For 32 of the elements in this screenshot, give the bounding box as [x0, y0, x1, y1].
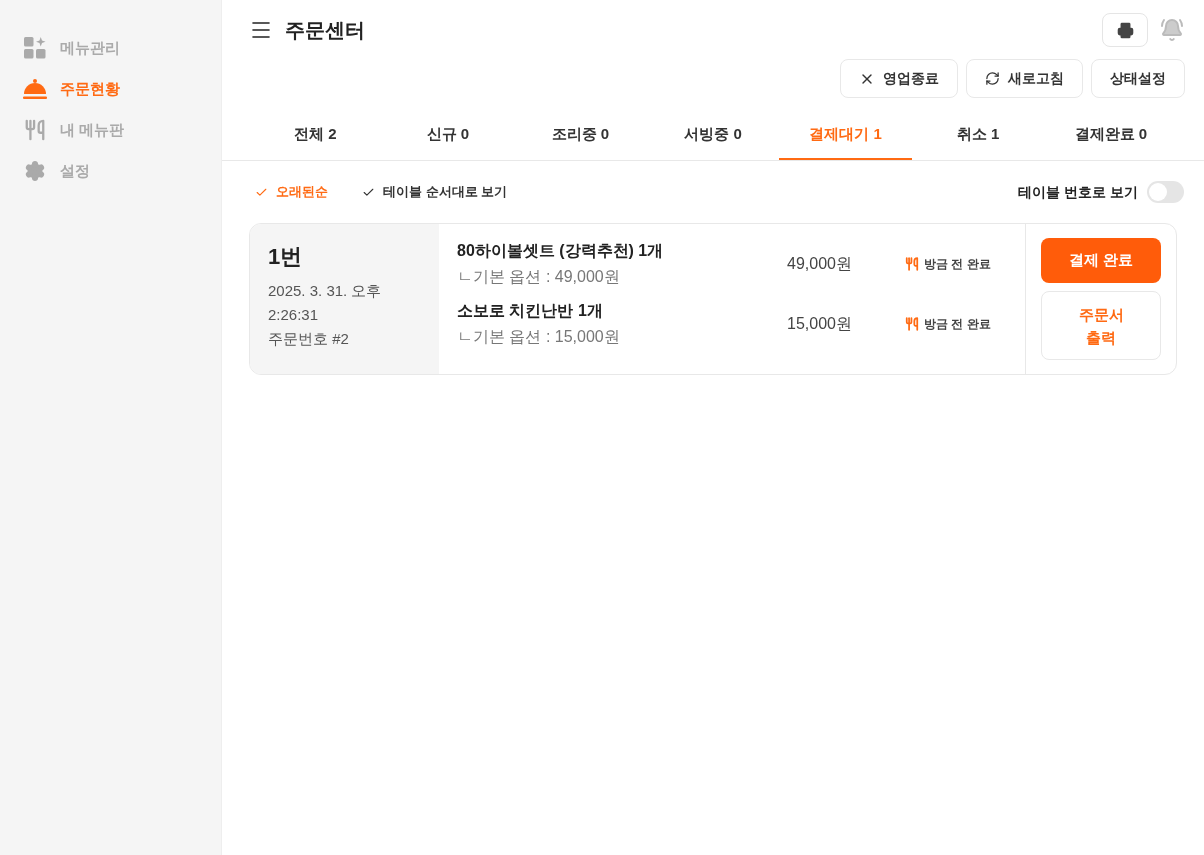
item-status: 방금 전 완료 — [924, 316, 991, 333]
table-number: 1번 — [268, 243, 304, 271]
toggle-label: 테이블 번호로 보기 — [1018, 182, 1138, 202]
gear-icon — [24, 160, 46, 182]
item-option: ㄴ기본 옵션 : 49,000원 — [457, 264, 787, 290]
item-price: 15,000원 — [787, 314, 853, 334]
status-tab[interactable]: 결제완료 0 — [1044, 110, 1178, 160]
order-number: 주문번호 #2 — [268, 329, 350, 349]
toggle-switch[interactable] — [1147, 181, 1184, 203]
item-name: 소보로 치킨난반 1개 — [457, 301, 604, 321]
item-name: 80하이볼셋트 (강력추천) 1개 — [457, 241, 665, 261]
print-button[interactable] — [1102, 13, 1148, 47]
order-time: 2025. 3. 31. 오후 2:26:31 — [268, 281, 383, 325]
cloche-icon — [22, 77, 48, 101]
item-status: 방금 전 완료 — [924, 256, 991, 273]
status-tab[interactable]: 조리중 0 — [514, 110, 647, 160]
action-button[interactable]: 영업종료 — [840, 59, 958, 98]
page-title: 주문센터 — [285, 18, 365, 43]
status-tab[interactable]: 신규 0 — [381, 110, 515, 160]
utensils-icon — [905, 257, 919, 271]
status-tab[interactable]: 취소 1 — [911, 110, 1045, 160]
item-option: ㄴ기본 옵션 : 15,000원 — [457, 324, 787, 350]
status-tab[interactable]: 전체 2 — [249, 110, 382, 160]
utensils-icon — [24, 119, 46, 141]
item-price: 49,000원 — [787, 254, 853, 274]
sort-option[interactable]: 테이블 순서대로 보기 — [362, 182, 508, 202]
action-button[interactable]: 새로고침 — [966, 59, 1083, 98]
status-tab[interactable]: 서빙중 0 — [646, 110, 780, 160]
action-button[interactable]: 상태설정 — [1091, 59, 1185, 98]
utensils-icon — [905, 317, 919, 331]
refresh-icon — [985, 71, 1000, 86]
grid-icon — [23, 36, 47, 60]
